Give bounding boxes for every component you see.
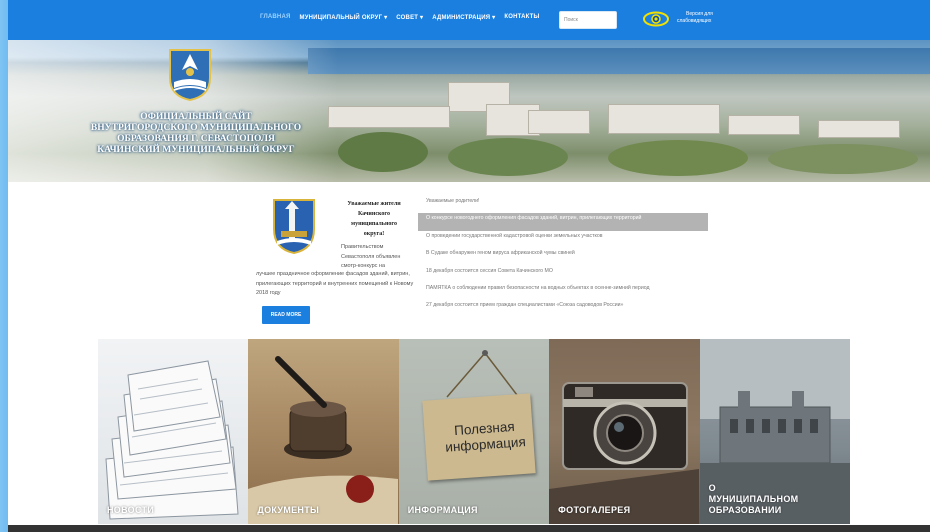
- news-item[interactable]: Уважаемые родители!: [418, 196, 708, 213]
- tile-label-line: муниципальном: [708, 494, 799, 504]
- news-item[interactable]: ПАМЯТКА о соблюдении правил безопасности…: [418, 283, 708, 300]
- banner-building: [328, 106, 450, 128]
- nav-item-home[interactable]: Главная: [260, 14, 291, 21]
- read-more-button[interactable]: READ MORE: [262, 306, 310, 324]
- banner-building: [528, 110, 590, 134]
- nav-item-municipal-district[interactable]: Муниципальный округ ▾: [300, 14, 388, 21]
- banner-trees: [338, 132, 428, 172]
- news-list: Уважаемые родители! О конкурсе новогодне…: [418, 196, 708, 318]
- site-title-line: внутригородского муниципального: [90, 123, 302, 133]
- banner-trees: [448, 138, 568, 176]
- browser-viewport: Главная Муниципальный округ ▾ Совет ▾ Ад…: [8, 0, 930, 532]
- category-tiles: Новости Документы Полезная информац: [98, 339, 850, 524]
- site-title-line: Качинский муниципальный округ: [97, 145, 295, 155]
- tile-label-line: образовании: [708, 505, 782, 515]
- accessibility-line-1: Версия для: [686, 11, 713, 17]
- banner-sea: [308, 48, 930, 74]
- greeting-title: Уважаемые жители Качинского муниципально…: [338, 199, 410, 239]
- inkwell-icon: [248, 356, 399, 524]
- accessibility-version-link[interactable]: Версия для слабовидящих: [677, 11, 727, 25]
- coat-of-arms-icon: [169, 49, 211, 102]
- nav-item-contacts[interactable]: Контакты: [504, 14, 539, 21]
- search-input[interactable]: Поиск: [559, 11, 617, 29]
- site-title-line: образования г. Севастополя: [117, 134, 275, 144]
- greeting-text-rest: лучшее праздничное оформление фасадов зд…: [256, 271, 414, 296]
- site-title-line: Официальный сайт: [140, 112, 252, 122]
- nav-item-council[interactable]: Совет ▾: [396, 14, 423, 21]
- main-menu: Главная Муниципальный округ ▾ Совет ▾ Ад…: [260, 14, 540, 21]
- news-item[interactable]: 27 декабря состоится прием граждан специ…: [418, 300, 708, 317]
- news-item[interactable]: В Судаке обнаружен геном вируса африканс…: [418, 248, 708, 265]
- news-item[interactable]: О проведении государственной кадастровой…: [418, 231, 708, 248]
- greeting-title-line: Уважаемые жители: [347, 201, 401, 207]
- banner-trees: [768, 144, 918, 174]
- greeting-text-start: Правительством Севастополя объявлен смот…: [341, 244, 401, 269]
- tile-label: Фотогалерея: [558, 505, 631, 515]
- banner-building: [818, 120, 900, 138]
- news-item-highlighted[interactable]: О конкурсе новогоднего оформления фасадо…: [418, 213, 708, 231]
- banner-building: [608, 104, 720, 134]
- tile-label: Новости: [107, 505, 155, 515]
- tile-label: Документы: [257, 505, 320, 515]
- greeting-title-line: муниципального: [351, 221, 397, 227]
- tile-label: Информация: [407, 505, 478, 515]
- sevastopol-coat-of-arms-icon: [273, 199, 315, 255]
- tile-news[interactable]: Новости: [98, 339, 249, 524]
- news-item[interactable]: 18 декабря состоится сессия Совета Качин…: [418, 266, 708, 283]
- banner-trees: [608, 140, 748, 176]
- accessibility-line-2: слабовидящих: [677, 18, 712, 24]
- greeting-title-line: округа!: [363, 231, 385, 237]
- top-nav-bar: Главная Муниципальный округ ▾ Совет ▾ Ад…: [8, 0, 930, 40]
- tile-documents[interactable]: Документы: [248, 339, 399, 524]
- tile-photo-gallery[interactable]: Фотогалерея: [549, 339, 700, 524]
- site-title: Официальный сайт внутригородского муници…: [68, 112, 324, 156]
- tile-information[interactable]: Полезная информация Информация: [398, 339, 550, 524]
- greeting-title-line: Качинского: [358, 211, 390, 217]
- tile-label: О муниципальном образовании: [709, 483, 799, 516]
- camera-icon: [549, 382, 700, 524]
- header-banner: Официальный сайт внутригородского муници…: [8, 40, 930, 182]
- eye-icon[interactable]: [643, 11, 669, 27]
- banner-building: [728, 115, 800, 135]
- newspapers-icon: [105, 360, 239, 520]
- footer-strip: [8, 525, 930, 532]
- tile-about-municipality[interactable]: О муниципальном образовании: [699, 339, 850, 524]
- nav-item-administration[interactable]: Администрация ▾: [432, 14, 495, 21]
- tile-label-line: О: [708, 483, 716, 493]
